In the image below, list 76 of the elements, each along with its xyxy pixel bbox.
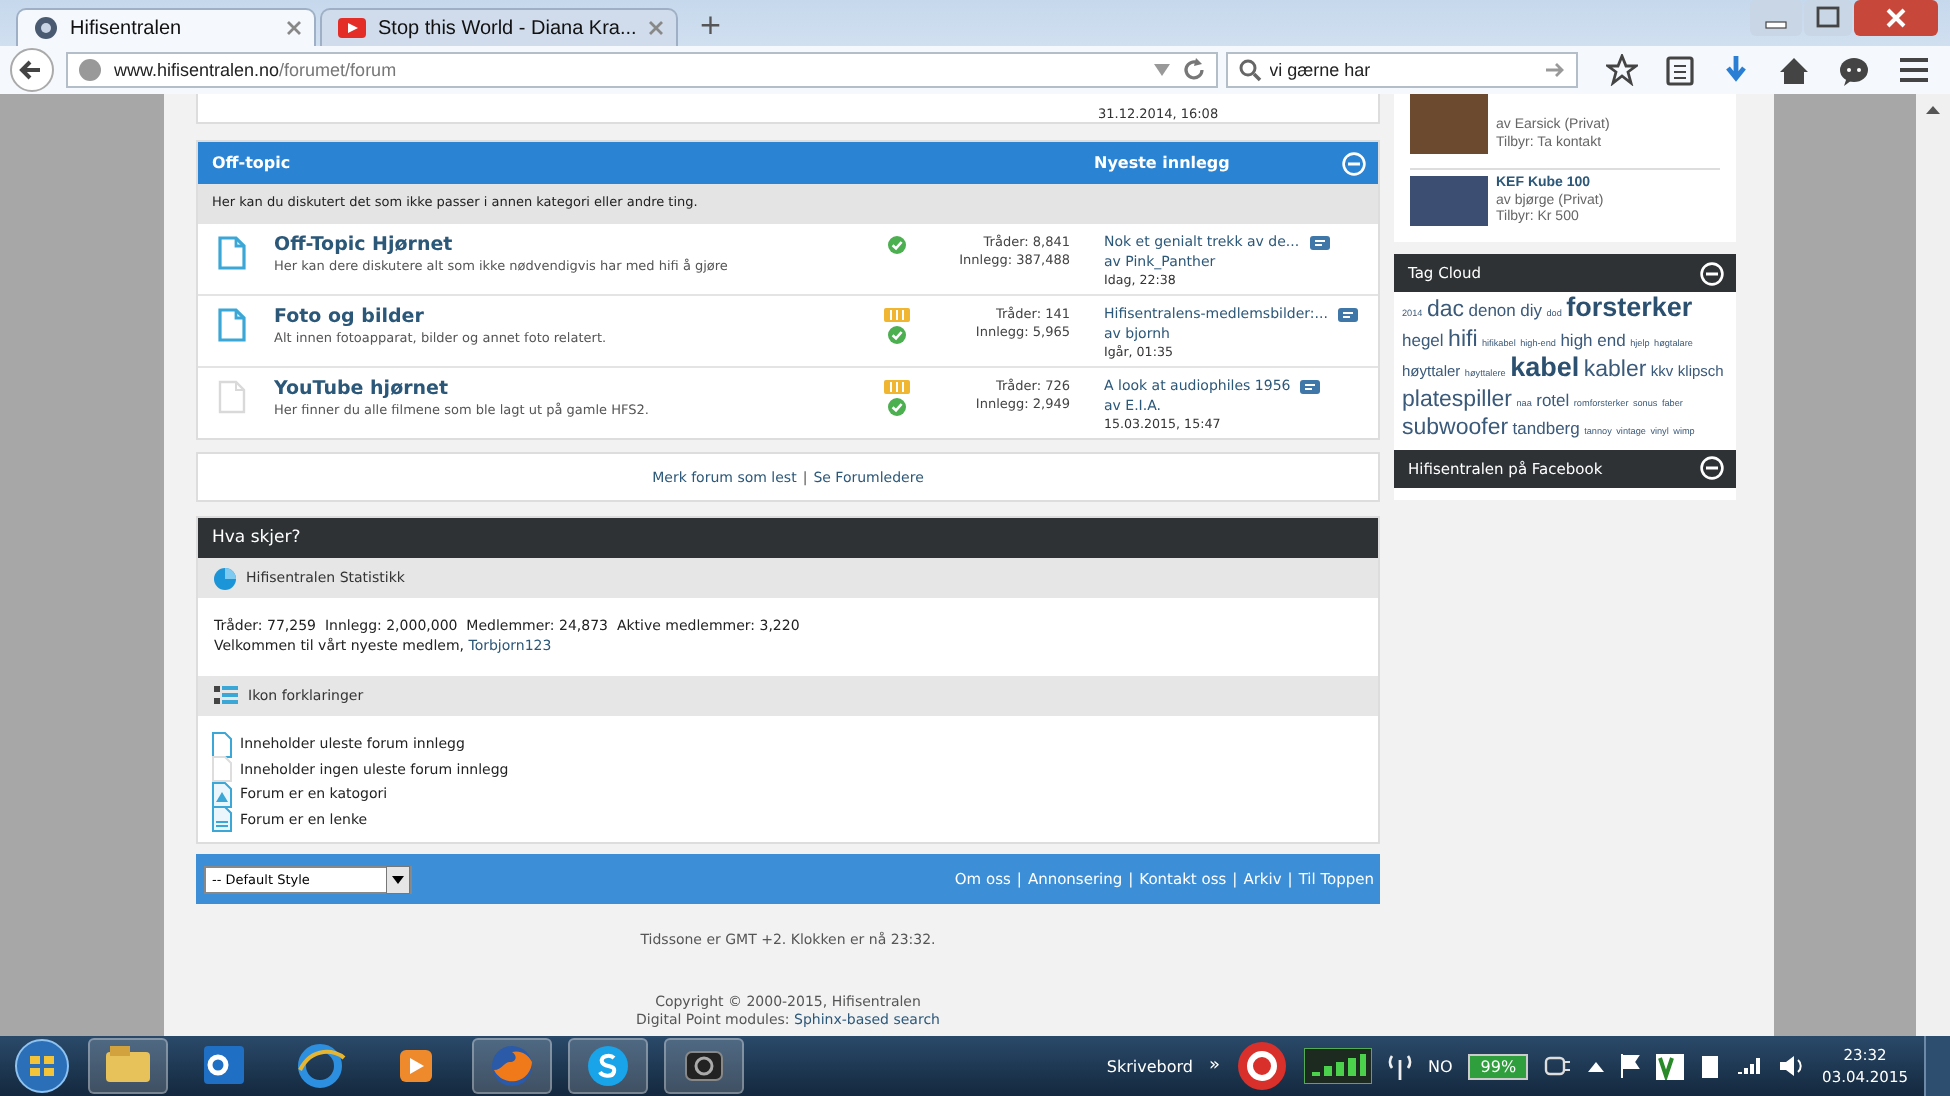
browser-e-icon [292,1038,348,1094]
tag-link[interactable]: high end [1560,329,1626,349]
tag-link[interactable]: kabel [1510,352,1580,382]
arrow-right-icon[interactable] [1546,60,1566,80]
pie-chart-icon [214,567,236,589]
flag-icon[interactable] [1620,1054,1641,1078]
download-icon[interactable] [1722,54,1750,86]
maximize-icon[interactable] [1804,0,1852,36]
scroll-up-icon[interactable] [1926,106,1940,114]
checkmark-icon [887,236,905,254]
tag-link[interactable]: diy [1520,300,1542,320]
tag-link[interactable]: denon [1468,300,1516,320]
menu-icon[interactable] [1898,56,1930,84]
chat-icon[interactable] [1838,55,1870,85]
read-document-icon [212,756,232,783]
forum-title[interactable]: Foto og bilder [274,306,882,328]
forum-title[interactable]: YouTube hjørnet [274,378,882,400]
search-field[interactable]: vi gærne har [1225,52,1578,88]
home-icon[interactable] [1778,55,1810,85]
browser-tab[interactable]: Hifisentralen [16,8,316,46]
post-link-icon[interactable] [1337,308,1358,323]
toolbar-label: Skrivebord [1106,1057,1193,1075]
tag-link[interactable]: rotel [1536,389,1570,409]
tag-link[interactable]: hegel [1402,329,1444,349]
signal-bars-icon[interactable] [1303,1048,1372,1084]
antenna-icon[interactable] [1387,1052,1412,1080]
section-header: Hva skjer? [198,518,1378,558]
tag-link[interactable]: subwoofer [1402,416,1509,440]
tag-link[interactable]: dac [1426,298,1465,322]
unread-document-icon [212,731,232,758]
tray-up-icon[interactable] [1588,1061,1605,1071]
browser-tab[interactable]: Stop this World - Diana Kra... [320,8,679,46]
link-document-icon [212,806,232,833]
language-indicator[interactable]: NO [1427,1057,1453,1075]
dropdown-icon [386,865,410,893]
tag-link[interactable]: forsterker [1566,292,1693,322]
post-link-icon[interactable] [1300,380,1321,395]
star-icon[interactable] [1606,54,1638,86]
document-icon[interactable] [1700,1053,1721,1079]
close-icon[interactable] [286,20,302,36]
tag-link[interactable]: tandberg [1512,418,1580,438]
tag-link[interactable]: kabler [1583,358,1647,382]
v-badge-icon[interactable] [1656,1053,1685,1079]
plug-icon[interactable] [1544,1054,1573,1078]
tag-link[interactable]: platespiller [1402,387,1512,411]
expand-toolbar-button[interactable]: » [1208,1056,1220,1076]
minimize-icon[interactable] [1750,0,1802,36]
url-text: www.hifisentralen.no/forumet/forum [114,60,397,80]
scrollbar[interactable] [1916,94,1950,1036]
collapse-icon[interactable] [1700,261,1724,285]
forum-title[interactable]: Off-Topic Hjørnet [274,234,882,256]
checkmark-icon [887,326,905,344]
collapse-icon[interactable] [1700,456,1724,480]
taskbar-app-button[interactable] [664,1038,744,1094]
category-title[interactable]: Off-topic [212,154,1094,172]
post-link-icon[interactable] [1309,236,1330,251]
clipboard-icon[interactable] [1666,54,1694,86]
app-tray-icon[interactable] [1235,1040,1288,1092]
tag-link[interactable]: hifi [1448,327,1478,351]
new-tab-button[interactable]: + [682,10,739,46]
taskbar-app-button[interactable] [568,1038,648,1094]
category-document-icon [212,781,232,808]
search-icon [1237,58,1262,82]
close-icon[interactable] [1854,0,1938,36]
speaker-icon[interactable] [1778,1054,1807,1078]
list-icon [214,686,238,706]
search-input[interactable]: vi gærne har [1269,60,1538,80]
dropdown-icon[interactable] [1153,64,1170,76]
signal-icon[interactable] [1736,1056,1763,1076]
start-icon[interactable] [12,1038,72,1094]
address-bar[interactable]: www.hifisentralen.no/forumet/forum [66,52,1218,88]
reload-icon[interactable] [1181,58,1206,82]
close-icon[interactable] [648,20,665,36]
column-heading: Nyeste innlegg [1094,154,1232,172]
play-icon [338,18,366,38]
checkmark-icon [887,398,905,416]
